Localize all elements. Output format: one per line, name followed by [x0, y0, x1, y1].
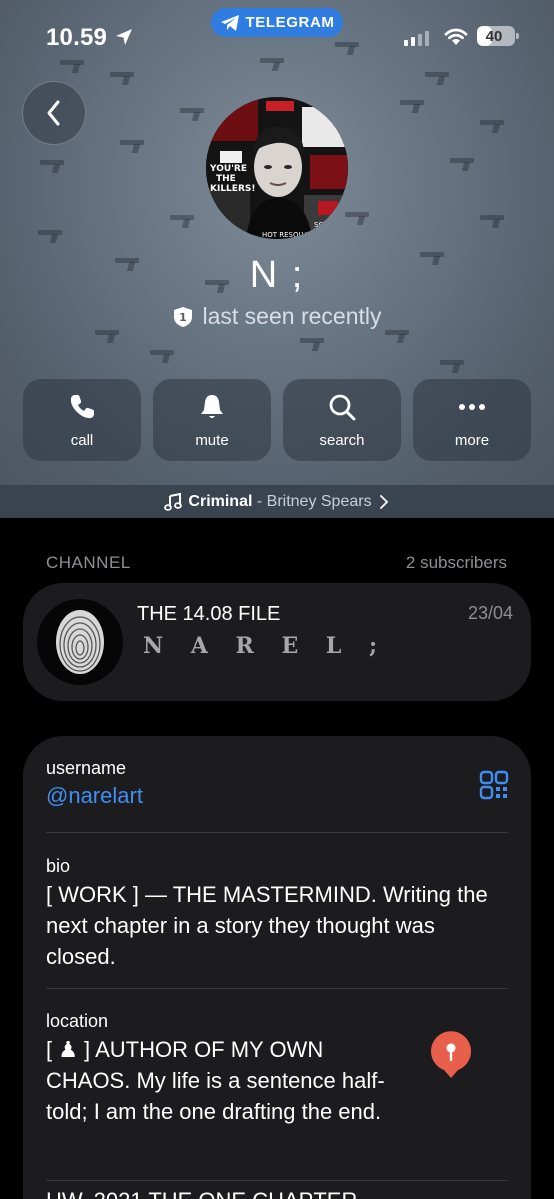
svg-text:YOU'RE: YOU'RE — [209, 164, 247, 174]
call-button[interactable]: call — [23, 379, 141, 461]
username-row[interactable]: username @narelart — [46, 758, 508, 809]
bell-icon — [201, 394, 223, 418]
divider — [46, 988, 508, 989]
profile-music-bar[interactable]: Criminal - Britney Spears — [0, 485, 554, 518]
gun-pattern-icon — [480, 120, 504, 132]
gun-pattern-icon — [480, 215, 504, 227]
phone-icon — [70, 394, 94, 418]
last-seen-row: 1 last seen recently — [0, 303, 554, 330]
last-seen-text: last seen recently — [202, 303, 382, 329]
more-dots-icon — [459, 403, 485, 410]
search-icon — [329, 394, 356, 420]
location-arrow-icon — [116, 29, 132, 45]
telegram-pill[interactable]: TELEGRAM — [211, 8, 343, 37]
gun-pattern-icon — [110, 72, 134, 84]
divider — [46, 832, 508, 833]
qr-code-icon[interactable] — [479, 770, 509, 800]
status-time: 10.59 — [46, 24, 108, 51]
call-label: call — [70, 431, 94, 449]
profile-info-card: username @narelart bio [ WORK ] — THE MA… — [23, 736, 531, 1199]
channel-title: THE 14.08 FILE — [137, 603, 281, 625]
profile-name: N ; — [249, 254, 305, 296]
channel-subscribers: 2 subscribers — [405, 553, 507, 572]
gun-pattern-icon — [150, 350, 174, 362]
gun-pattern-icon — [345, 212, 369, 224]
wifi-icon — [444, 28, 468, 45]
action-buttons: call mute search more — [23, 379, 531, 461]
channel-date: 23/04 — [467, 603, 513, 623]
bio-label: bio — [46, 856, 71, 876]
profile-header: 10.59 TELEGRAM 40 YOU'RE THE KILLERS! HO… — [0, 0, 554, 485]
gun-pattern-icon — [425, 72, 449, 84]
channel-card[interactable]: THE 14.08 FILE 23/04 N A R E L ; — [23, 583, 531, 701]
status-bar: 10.59 TELEGRAM 40 — [0, 0, 554, 70]
avatar-collage-image: YOU'RE THE KILLERS! HOT RESOLVE SORRY — [206, 97, 348, 239]
gun-pattern-icon — [95, 330, 119, 342]
username-label: username — [46, 758, 127, 778]
telegram-icon — [220, 14, 239, 31]
back-button[interactable] — [22, 81, 86, 145]
telegram-pill-label: TELEGRAM — [245, 14, 335, 31]
cut-off-next-row: HW. 2021 THE ONE CHAPTER — [46, 1188, 357, 1199]
location-label: location — [46, 1011, 109, 1031]
svg-text:THE: THE — [216, 174, 236, 184]
channel-last-message: N A R E L ; — [143, 633, 388, 659]
username-link[interactable]: @narelart — [46, 783, 508, 809]
mute-label: mute — [195, 431, 229, 449]
chevron-left-icon — [47, 100, 60, 126]
bio-row[interactable]: bio [ WORK ] — THE MASTERMIND. Writing t… — [46, 856, 508, 972]
gun-pattern-icon — [40, 160, 64, 172]
gun-pattern-icon — [440, 360, 464, 372]
gun-pattern-icon — [120, 140, 144, 152]
fingerprint-icon — [56, 610, 104, 674]
location-text: [ ♟ ] AUTHOR OF MY OWN CHAOS. My life is… — [46, 1037, 385, 1124]
more-button[interactable]: more — [413, 379, 531, 461]
music-song-title: Criminal — [188, 492, 253, 510]
gun-pattern-icon — [400, 100, 424, 112]
gun-pattern-icon — [180, 108, 204, 120]
map-pin-icon[interactable] — [429, 1030, 473, 1080]
battery-icon: 40 — [477, 26, 519, 46]
bio-text: [ WORK ] — THE MASTERMIND. Writing the n… — [46, 882, 488, 969]
svg-text:KILLERS!: KILLERS! — [210, 184, 255, 194]
more-label: more — [454, 431, 490, 449]
gun-pattern-icon — [300, 338, 324, 350]
music-note-icon — [164, 492, 183, 511]
profile-avatar[interactable]: YOU'RE THE KILLERS! HOT RESOLVE SORRY — [206, 97, 348, 239]
shield-icon: 1 — [173, 306, 192, 327]
svg-text:1: 1 — [179, 311, 187, 324]
search-button[interactable]: search — [283, 379, 401, 461]
channel-avatar — [37, 599, 123, 685]
gun-pattern-icon — [450, 158, 474, 170]
music-separator: - — [252, 492, 267, 510]
music-artist: Britney Spears — [266, 492, 372, 510]
chevron-right-icon — [379, 494, 388, 509]
gun-pattern-icon — [38, 230, 62, 242]
signal-icon — [404, 30, 429, 46]
location-row[interactable]: location [ ♟ ] AUTHOR OF MY OWN CHAOS. M… — [46, 1011, 411, 1127]
battery-level: 40 — [485, 27, 503, 45]
gun-pattern-icon — [385, 330, 409, 342]
mute-button[interactable]: mute — [153, 379, 271, 461]
divider — [46, 1180, 508, 1181]
search-label: search — [319, 431, 365, 449]
gun-pattern-icon — [170, 215, 194, 227]
channel-section-label: CHANNEL — [46, 553, 131, 572]
